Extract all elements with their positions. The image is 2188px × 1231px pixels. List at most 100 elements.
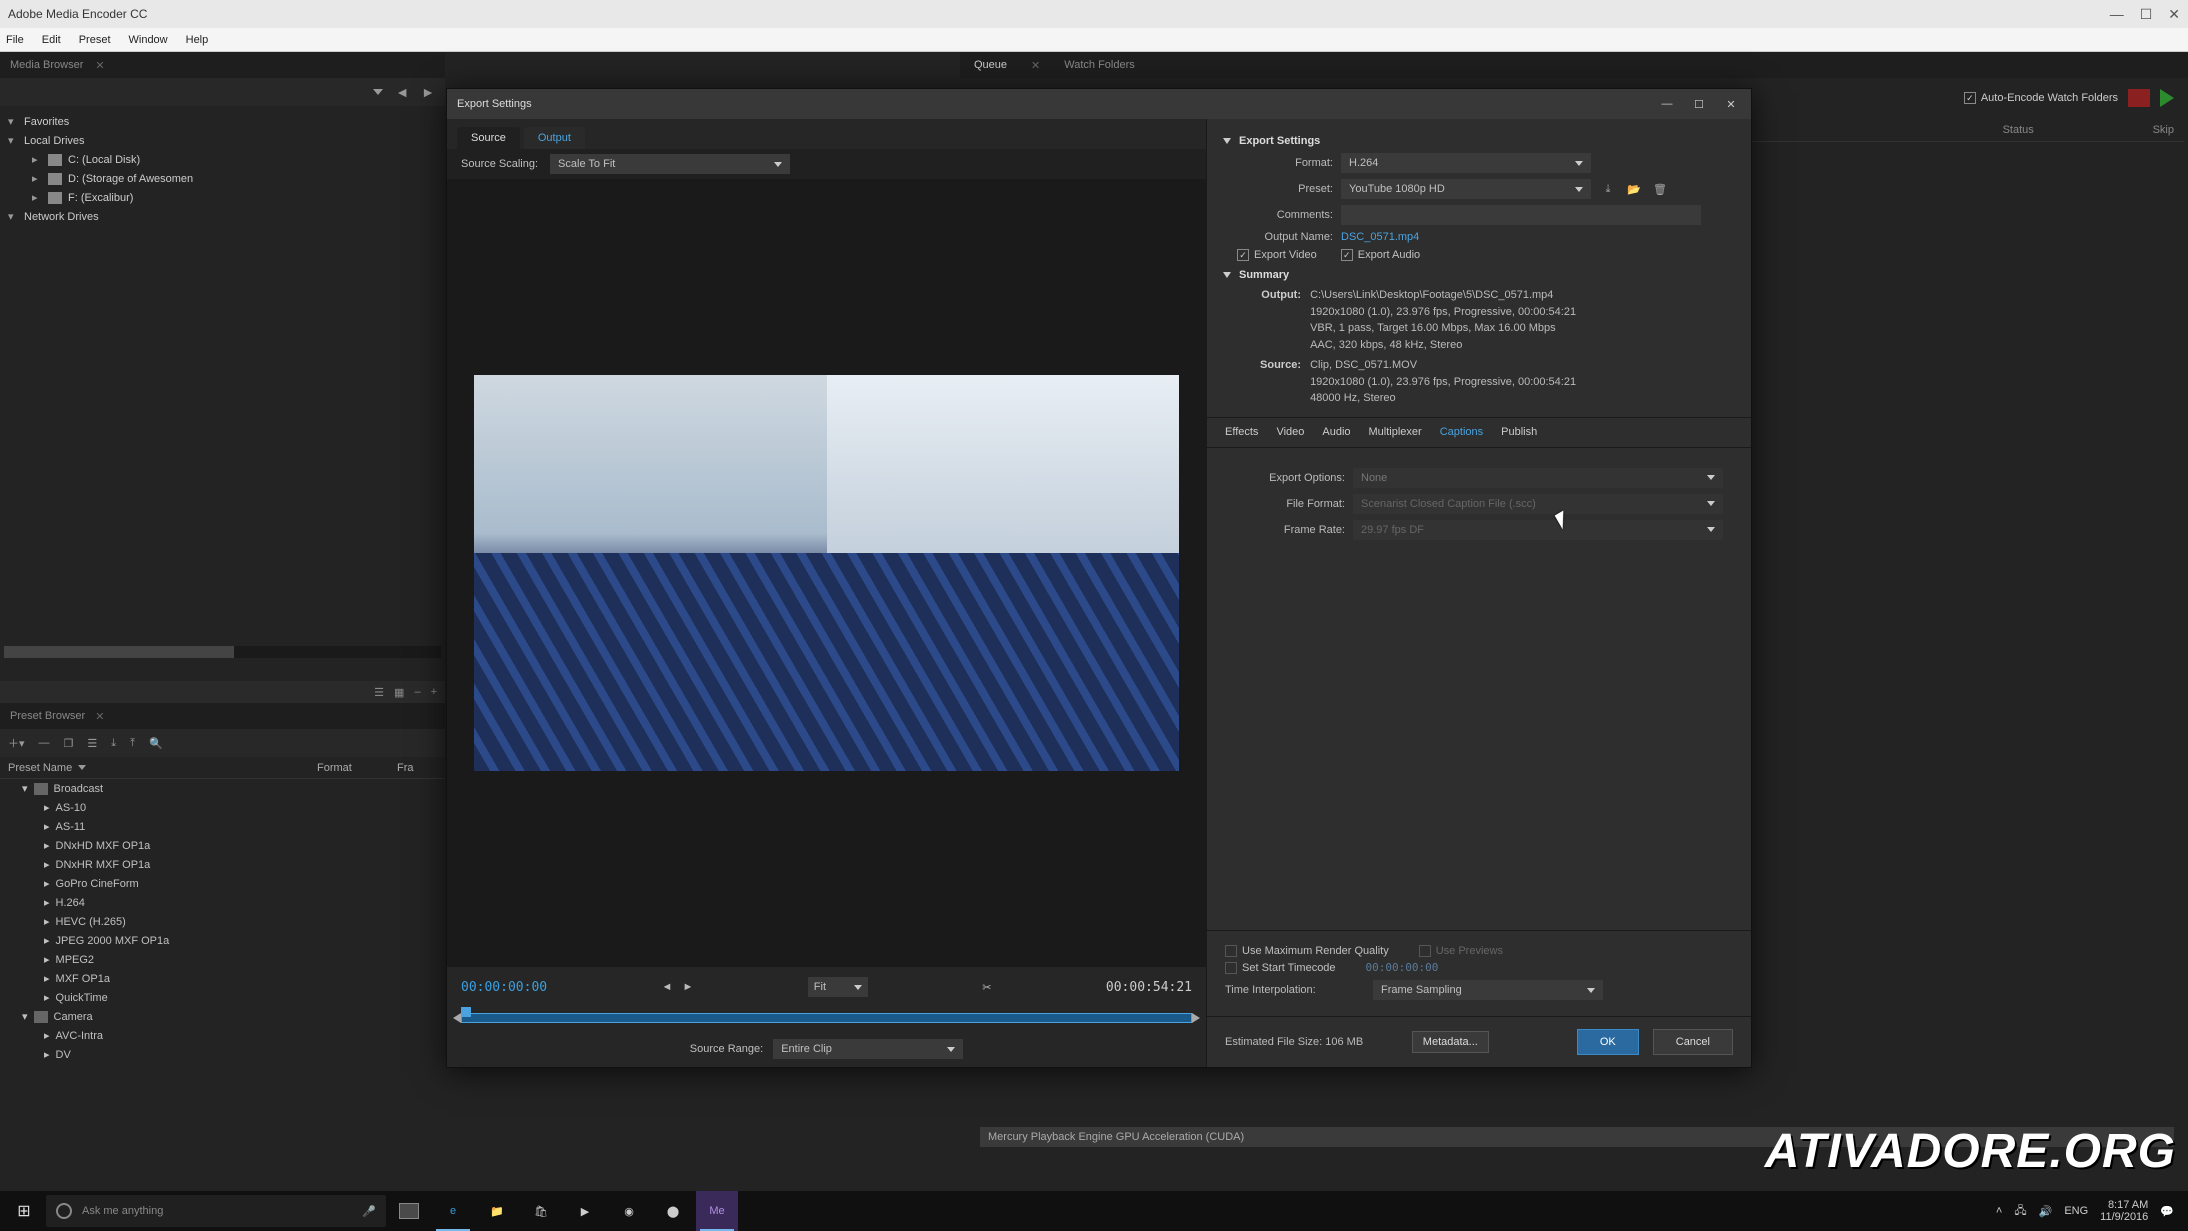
preset-delete-icon[interactable]: 🗑 [1651,180,1669,198]
preset-import-icon[interactable]: ⤓ [111,737,116,750]
tab-multiplexer[interactable]: Multiplexer [1369,426,1422,438]
tree-local-drives[interactable]: ▾Local Drives [4,131,441,150]
cancel-button[interactable]: Cancel [1653,1029,1733,1055]
play-button[interactable] [2160,89,2174,107]
preset-add-icon[interactable]: ＋▾ [8,735,25,751]
preset-item[interactable]: ▸DNxHR MXF OP1a [0,855,445,874]
file-format-dropdown[interactable]: Scenarist Closed Caption File (.scc) [1353,494,1723,514]
tab-publish[interactable]: Publish [1501,426,1537,438]
export-options-dropdown[interactable]: None [1353,468,1723,488]
view-list-icon[interactable]: ☰ [374,686,384,699]
menu-preset[interactable]: Preset [79,34,111,46]
preset-save-icon[interactable]: ⤓ [1599,180,1617,198]
preset-item[interactable]: ▸JPEG 2000 MXF OP1a [0,931,445,950]
tree-drive-d[interactable]: ▸D: (Storage of Awesomen [4,169,441,188]
export-audio-checkbox[interactable]: ✓Export Audio [1341,249,1420,261]
dialog-maximize-button[interactable]: ☐ [1689,98,1709,111]
preset-browser-tab[interactable]: Preset Browser [10,710,85,722]
output-name-link[interactable]: DSC_0571.mp4 [1341,231,1419,243]
tree-drive-f[interactable]: ▸F: (Excalibur) [4,188,441,207]
tree-scrollbar[interactable] [4,646,441,658]
nav-forward-icon[interactable]: ► [421,84,435,100]
preset-item[interactable]: ▸MXF OP1a [0,969,445,988]
zoom-fit-dropdown[interactable]: Fit [808,977,868,997]
tray-expand-icon[interactable]: ˄ [1996,1205,2002,1217]
in-timecode[interactable]: 00:00:00:00 [461,980,547,995]
preset-search-icon[interactable]: 🔍 [149,737,163,750]
tray-volume-icon[interactable]: 🔊 [2039,1205,2053,1218]
preset-item[interactable]: ▸DV [0,1045,445,1064]
timeline-bar[interactable] [461,1007,1192,1031]
export-video-checkbox[interactable]: ✓Export Video [1237,249,1317,261]
taskbar-chrome[interactable]: ◉ [608,1191,650,1231]
view-zoom-in-icon[interactable]: + [431,686,437,698]
preset-copy-icon[interactable]: ❐ [64,737,74,750]
stop-button[interactable] [2128,89,2150,107]
tree-network-drives[interactable]: ▾Network Drives [4,207,441,226]
preset-col-name[interactable]: Preset Name [8,762,72,774]
preset-settings-icon[interactable]: ☰ [87,737,97,750]
ok-button[interactable]: OK [1577,1029,1639,1055]
preset-item[interactable]: ▸DNxHD MXF OP1a [0,836,445,855]
preset-item[interactable]: ▸QuickTime [0,988,445,1007]
media-browser-close-icon[interactable]: ✕ [95,59,104,72]
taskbar-movies[interactable]: ▶ [564,1191,606,1231]
preset-col-fra[interactable]: Fra [397,762,437,774]
cortana-search[interactable]: Ask me anything 🎤 [46,1195,386,1227]
tab-queue[interactable]: Queue [974,59,1007,71]
use-previews-checkbox[interactable]: Use Previews [1419,945,1503,957]
view-zoom-out-icon[interactable]: – [414,686,420,698]
start-timecode-value[interactable]: 00:00:00:00 [1366,961,1439,974]
preset-item[interactable]: ▸AS-10 [0,798,445,817]
taskbar-media-encoder[interactable]: Me [696,1191,738,1231]
nav-back-icon[interactable]: ◄ [395,84,409,100]
preset-export-icon[interactable]: ⤒ [130,737,135,750]
step-forward-icon[interactable]: ► [682,981,693,993]
comments-input[interactable] [1341,205,1701,225]
menu-file[interactable]: File [6,34,24,46]
view-thumb-icon[interactable]: ▦ [394,686,404,699]
window-minimize-button[interactable]: — [2110,6,2124,23]
microphone-icon[interactable]: 🎤 [362,1205,376,1218]
tab-video[interactable]: Video [1276,426,1304,438]
window-close-button[interactable]: ✕ [2168,6,2180,23]
start-button[interactable]: ⊞ [4,1191,44,1231]
tree-favorites[interactable]: ▾Favorites [4,112,441,131]
dialog-titlebar[interactable]: Export Settings — ☐ ✕ [447,89,1751,119]
export-settings-header[interactable]: Export Settings [1223,135,1735,147]
tray-clock[interactable]: 8:17 AM 11/9/2016 [2100,1199,2148,1223]
preset-group-camera[interactable]: ▾Camera [0,1007,445,1026]
preset-col-format[interactable]: Format [317,762,397,774]
source-scaling-dropdown[interactable]: Scale To Fit [550,154,790,174]
tab-source[interactable]: Source [457,127,520,149]
tray-network-icon[interactable]: 🖧 [2014,1202,2026,1221]
summary-header[interactable]: Summary [1223,269,1735,281]
preset-item[interactable]: ▸GoPro CineForm [0,874,445,893]
preset-dropdown[interactable]: YouTube 1080p HD [1341,179,1591,199]
menu-window[interactable]: Window [129,34,168,46]
in-handle-icon[interactable] [453,1013,461,1023]
taskbar-obs[interactable]: ⬤ [652,1191,694,1231]
taskbar-edge[interactable]: e [432,1191,474,1231]
preset-item[interactable]: ▸HEVC (H.265) [0,912,445,931]
preset-item[interactable]: ▸AS-11 [0,817,445,836]
tray-notifications-icon[interactable]: 💬 [2160,1205,2174,1218]
out-handle-icon[interactable] [1192,1013,1200,1023]
menu-edit[interactable]: Edit [42,34,61,46]
format-dropdown[interactable]: H.264 [1341,153,1591,173]
tree-drive-c[interactable]: ▸C: (Local Disk) [4,150,441,169]
time-interpolation-dropdown[interactable]: Frame Sampling [1373,980,1603,1000]
taskbar-store[interactable]: 🛍 [520,1191,562,1231]
auto-encode-checkbox[interactable]: ✓Auto-Encode Watch Folders [1964,92,2118,104]
playhead[interactable] [461,1007,471,1017]
preset-browser-close-icon[interactable]: ✕ [95,710,104,723]
dialog-minimize-button[interactable]: — [1657,98,1677,111]
taskbar-explorer[interactable]: 📁 [476,1191,518,1231]
preset-item[interactable]: ▸AVC-Intra [0,1026,445,1045]
preset-import-icon[interactable]: 📂 [1625,180,1643,198]
tab-output[interactable]: Output [524,127,585,149]
preset-item[interactable]: ▸MPEG2 [0,950,445,969]
metadata-button[interactable]: Metadata... [1412,1031,1489,1053]
tab-watch-folders[interactable]: Watch Folders [1064,59,1135,71]
out-timecode[interactable]: 00:00:54:21 [1106,980,1192,995]
